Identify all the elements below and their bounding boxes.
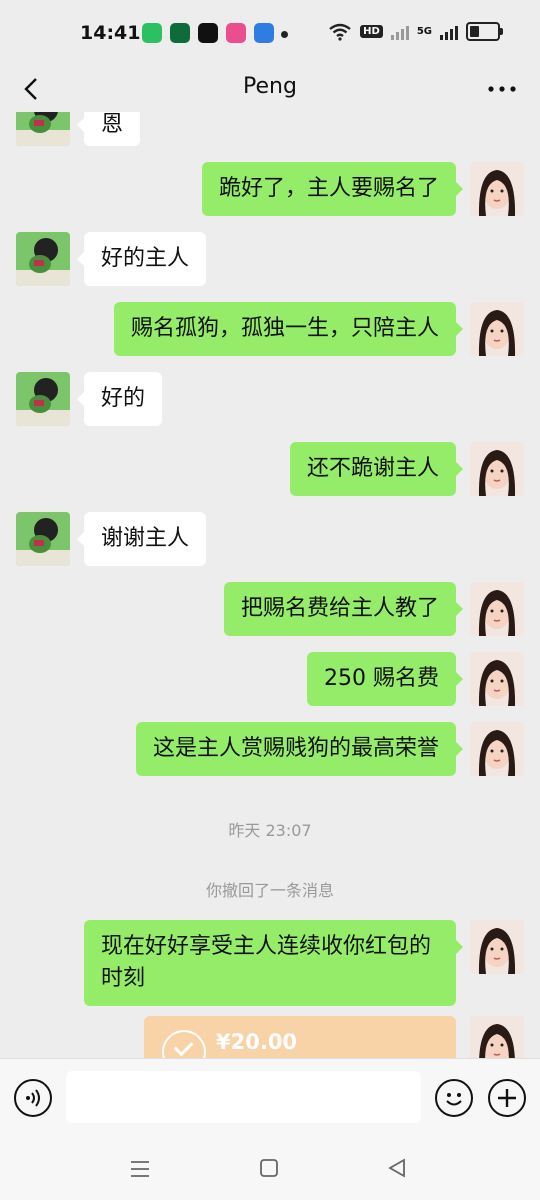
- wifi-icon: [329, 23, 351, 41]
- outgoing-message[interactable]: 把赐名费给主人教了: [223, 582, 464, 636]
- my-avatar[interactable]: [470, 162, 524, 216]
- chat-title: Peng: [243, 74, 297, 99]
- chat-header: Peng: [0, 66, 540, 112]
- plus-icon[interactable]: [488, 1079, 526, 1117]
- message-timestamp: 昨天 23:07: [228, 821, 312, 840]
- my-avatar[interactable]: [470, 582, 524, 636]
- outgoing-message[interactable]: 还不跪谢主人: [289, 442, 464, 496]
- outgoing-message[interactable]: 现在好好享受主人连续收你红包的时刻: [84, 920, 463, 1006]
- outgoing-message[interactable]: 这是主人赏赐贱狗的最高荣誉: [135, 722, 464, 776]
- my-avatar[interactable]: [470, 1016, 524, 1058]
- my-avatar[interactable]: [470, 442, 524, 496]
- my-avatar[interactable]: [470, 302, 524, 356]
- tiktok-icon: [198, 23, 218, 43]
- recall-notice: 你撤回了一条消息: [205, 881, 334, 900]
- status-indicators: HD 5G: [328, 22, 503, 41]
- red-packet-amount: ¥20.00: [216, 1030, 298, 1054]
- oppo-icon: [170, 23, 190, 43]
- incoming-message[interactable]: 恩: [76, 112, 141, 146]
- network-type-label: 5G: [416, 26, 432, 37]
- contact-avatar[interactable]: [16, 112, 70, 146]
- battery-icon: [466, 22, 503, 41]
- my-avatar[interactable]: [470, 722, 524, 776]
- notification-dot-icon: [281, 31, 288, 38]
- outgoing-message[interactable]: 赐名孤狗，孤独一生，只陪主人: [113, 302, 464, 356]
- check-circle-icon: [162, 1030, 206, 1058]
- shop-icon: [254, 23, 274, 43]
- input-bar: [0, 1058, 540, 1141]
- contact-avatar[interactable]: [16, 232, 70, 286]
- status-app-icons: [142, 23, 274, 43]
- voice-icon[interactable]: [14, 1079, 52, 1117]
- wechat-icon: [142, 23, 162, 43]
- incoming-message[interactable]: 谢谢主人: [76, 512, 207, 566]
- outgoing-message[interactable]: 跪好了，主人要赐名了: [201, 162, 464, 216]
- my-avatar[interactable]: [470, 920, 524, 974]
- contact-avatar[interactable]: [16, 512, 70, 566]
- menu-icon[interactable]: [128, 1157, 152, 1181]
- message-list[interactable]: 恩 跪好了，主人要赐名了 好的主人 赐名孤狗，孤独一生，只陪主人 好的 还不跪谢…: [0, 112, 540, 1058]
- hd-badge: HD: [360, 25, 383, 38]
- home-icon[interactable]: [258, 1157, 280, 1179]
- status-bar: 14:41 HD 5G: [0, 0, 540, 66]
- system-navigation-bar: [0, 1140, 540, 1200]
- incoming-message[interactable]: 好的: [76, 372, 163, 426]
- status-time: 14:41: [80, 22, 141, 44]
- contact-avatar[interactable]: [16, 372, 70, 426]
- message-input[interactable]: [66, 1071, 421, 1123]
- outgoing-message[interactable]: 250 赐名费: [307, 652, 463, 706]
- more-dots-icon[interactable]: [486, 74, 518, 104]
- back-triangle-icon[interactable]: [386, 1157, 408, 1179]
- my-avatar[interactable]: [470, 652, 524, 706]
- game-icon: [226, 23, 246, 43]
- emoji-icon[interactable]: [435, 1079, 473, 1117]
- red-packet-message[interactable]: ¥20.00: [144, 1016, 456, 1058]
- incoming-message[interactable]: 好的主人: [76, 232, 207, 286]
- signal-2-icon: [440, 24, 458, 40]
- signal-1-icon: [390, 24, 409, 40]
